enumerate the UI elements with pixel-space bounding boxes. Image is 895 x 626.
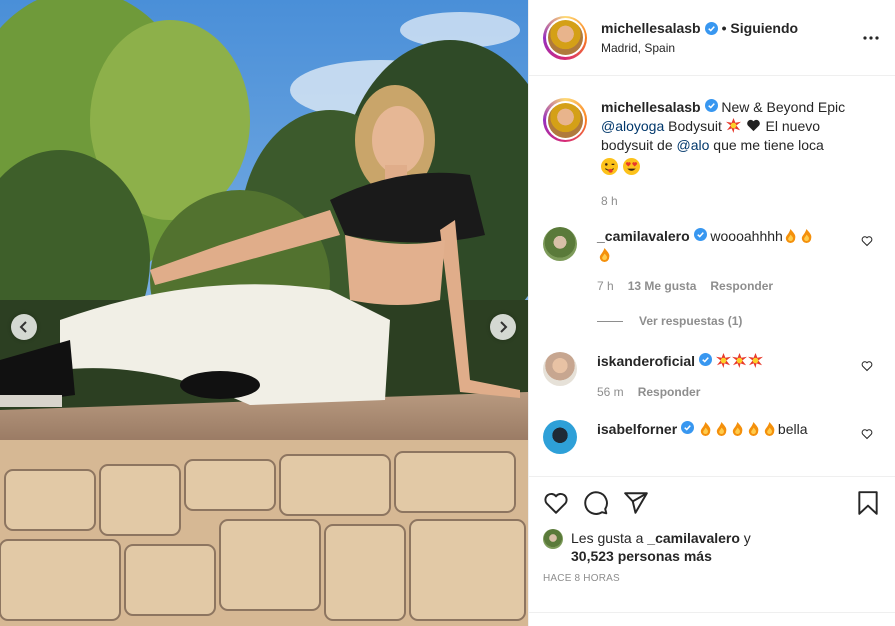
comment-item: isabelforner bella [543,420,879,454]
mention-link[interactable]: @alo [677,137,710,153]
post-location[interactable]: Madrid, Spain [601,41,798,55]
chevron-right-icon [500,321,508,333]
comment-icon[interactable] [583,490,609,516]
reply-button[interactable]: Responder [710,277,773,296]
avatar[interactable] [543,420,577,454]
avatar[interactable] [543,227,577,261]
comment-time[interactable]: 56 m [597,383,624,402]
caption: michellesalasb New & Beyond Epic @aloyog… [543,98,879,211]
fire-emoji-icon [785,228,796,243]
black-heart-icon [746,119,760,132]
fire-emoji-icon [716,421,727,436]
verified-icon [693,228,707,241]
likes-user[interactable]: _camilavalero [647,530,740,546]
comment-username[interactable]: isabelforner [597,421,677,437]
avatar[interactable] [543,98,587,142]
caption-username[interactable]: michellesalasb [601,99,701,115]
verified-icon [704,99,718,112]
caption-text: Bodysuit [668,118,722,134]
add-comment-bar[interactable] [529,612,895,626]
view-replies-label: Ver respuestas (1) [639,314,743,328]
comments-list[interactable]: michellesalasb New & Beyond Epic @aloyog… [529,77,895,476]
likes-summary[interactable]: Les gusta a _camilavalero y 30,523 perso… [543,529,881,565]
fire-emoji-icon [599,247,610,262]
mention-link[interactable]: @aloyoga [601,118,664,134]
post-username[interactable]: michellesalasb [601,20,701,36]
reply-button[interactable]: Responder [638,383,701,402]
post-time[interactable]: HACE 8 HORAS [543,573,881,584]
heart-eyes-emoji-icon [622,158,640,175]
comment-time[interactable]: 8 h [601,192,618,211]
comment-time[interactable]: 7 h [597,277,614,296]
post-photo[interactable] [0,0,528,626]
avatar[interactable] [543,15,587,60]
verified-icon [681,421,695,434]
previous-photo-button[interactable] [11,314,37,340]
avatar[interactable] [543,352,577,386]
comment-likes[interactable]: 13 Me gusta [628,277,697,296]
comment-username[interactable]: iskanderoficial [597,353,695,369]
heart-icon[interactable] [543,490,569,516]
fire-emoji-icon [732,421,743,436]
following-label[interactable]: • Siguiendo [722,20,798,36]
heart-icon[interactable] [861,235,873,247]
likes-count[interactable]: 30,523 personas más [571,548,712,564]
caption-text: que me tiene loca [713,137,824,153]
likes-suffix: y [743,530,751,546]
post-actions: Les gusta a _camilavalero y 30,523 perso… [529,476,895,584]
bookmark-icon[interactable] [855,490,881,516]
fire-emoji-icon [764,421,775,436]
likes-prefix: Les gusta a [571,530,644,546]
comment-text: woooahhhh [710,228,783,244]
post-side-panel: michellesalasb • Siguiendo Madrid, Spain… [528,0,895,626]
collision-emoji-icon [715,353,731,368]
fire-emoji-icon [801,228,812,243]
comment-text: bella [777,421,808,437]
avatar [543,529,563,549]
view-replies-button[interactable]: Ver respuestas (1) [597,314,879,328]
comment-item: _camilavalero woooahhhh 7 h 13 Me gusta … [543,227,879,296]
collision-emoji-icon [747,353,763,368]
post-image [0,0,528,626]
fire-emoji-icon [700,421,711,436]
comment-username[interactable]: _camilavalero [597,228,690,244]
winking-tongue-emoji-icon [601,158,618,175]
caption-text: New & Beyond Epic [721,99,846,115]
verified-icon [704,21,718,35]
collision-emoji-icon [725,118,741,133]
comment-item: iskanderoficial 56 m Responder [543,352,879,402]
heart-icon[interactable] [861,360,873,372]
fire-emoji-icon [748,421,759,436]
heart-icon[interactable] [861,428,873,440]
verified-icon [698,353,712,366]
collision-emoji-icon [731,353,747,368]
more-icon[interactable] [863,30,879,46]
next-photo-button[interactable] [490,314,516,340]
chevron-left-icon [19,321,27,333]
post-header: michellesalasb • Siguiendo Madrid, Spain [529,0,895,76]
share-icon[interactable] [623,490,649,516]
